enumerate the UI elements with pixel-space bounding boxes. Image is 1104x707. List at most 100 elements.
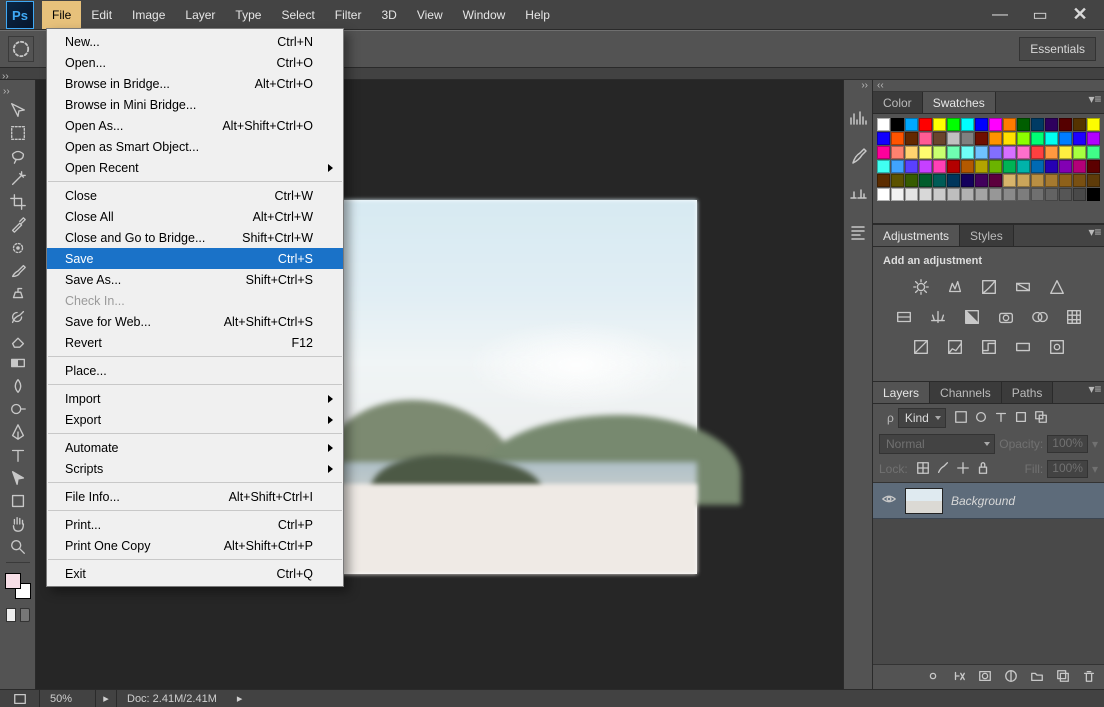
doc-size-label[interactable]: Doc: 2.41M/2.41M [117,690,227,707]
swatch[interactable] [1031,132,1044,145]
document-window[interactable] [341,200,697,574]
menu-item-save[interactable]: SaveCtrl+S [47,248,343,269]
swatch[interactable] [905,160,918,173]
menu-item-place[interactable]: Place... [47,360,343,381]
swatch[interactable] [1087,174,1100,187]
menu-image[interactable]: Image [122,1,175,29]
swatch[interactable] [975,118,988,131]
menu-window[interactable]: Window [453,1,516,29]
hue-icon[interactable] [894,307,914,327]
swatch[interactable] [947,118,960,131]
swatch[interactable] [919,146,932,159]
status-icon[interactable] [0,690,40,707]
swatch[interactable] [989,188,1002,201]
curves-icon[interactable] [979,277,999,297]
toolbox-chevron[interactable]: ›› [0,84,35,98]
swatch[interactable] [961,160,974,173]
swatch[interactable] [1045,146,1058,159]
swatch[interactable] [1017,146,1030,159]
eyedropper-tool[interactable] [6,214,30,236]
swatch[interactable] [975,160,988,173]
swatch[interactable] [961,188,974,201]
minimize-button[interactable]: — [988,6,1012,24]
menu-type[interactable]: Type [225,1,271,29]
swatch[interactable] [891,160,904,173]
swatch[interactable] [1017,174,1030,187]
swatch[interactable] [1017,160,1030,173]
menu-item-new[interactable]: New...Ctrl+N [47,31,343,52]
opacity-value[interactable]: 100% [1047,435,1088,453]
delete-layer-icon[interactable] [1082,669,1096,686]
dock-chevron[interactable]: ›› [844,80,872,94]
panel-collapse-chevron[interactable]: ‹‹ [873,80,1104,92]
swatch[interactable] [1087,160,1100,173]
swatch[interactable] [961,132,974,145]
invert-icon[interactable] [911,337,931,357]
swatch[interactable] [891,174,904,187]
paragraph-icon[interactable] [844,218,872,246]
filter-pixel-icon[interactable] [954,410,968,427]
swatch[interactable] [947,146,960,159]
exposure-icon[interactable] [1013,277,1033,297]
swatches-tab[interactable]: Swatches [923,92,996,113]
shape-tool[interactable] [6,490,30,512]
blur-tool[interactable] [6,375,30,397]
swatch[interactable] [1045,132,1058,145]
lasso-tool[interactable] [6,145,30,167]
swatch[interactable] [933,188,946,201]
swatch[interactable] [1031,146,1044,159]
swatch[interactable] [919,118,932,131]
swatch[interactable] [933,160,946,173]
swatch[interactable] [877,118,890,131]
menu-item-open-as[interactable]: Open As...Alt+Shift+Ctrl+O [47,115,343,136]
menu-3d[interactable]: 3D [371,1,406,29]
paths-tab[interactable]: Paths [1002,382,1054,403]
adjustments-tab[interactable]: Adjustments [873,225,960,246]
swatch[interactable] [877,160,890,173]
menu-item-print[interactable]: Print...Ctrl+P [47,514,343,535]
menu-item-browse-in-bridge[interactable]: Browse in Bridge...Alt+Ctrl+O [47,73,343,94]
history-brush-tool[interactable] [6,306,30,328]
workspace-essentials-button[interactable]: Essentials [1019,37,1096,61]
layer-mask-icon[interactable] [978,669,992,686]
swatch[interactable] [975,174,988,187]
menu-item-print-one-copy[interactable]: Print One CopyAlt+Shift+Ctrl+P [47,535,343,556]
filter-adjust-icon[interactable] [974,410,988,427]
swatch[interactable] [1073,118,1086,131]
swatch[interactable] [1045,118,1058,131]
swatch[interactable] [1059,188,1072,201]
move-tool[interactable] [6,99,30,121]
maximize-button[interactable]: ▭ [1028,6,1052,24]
swatch[interactable] [1059,132,1072,145]
pen-tool[interactable] [6,421,30,443]
swatch[interactable] [975,146,988,159]
menu-select[interactable]: Select [271,1,324,29]
levels-adj-icon[interactable] [945,277,965,297]
status-expand-icon[interactable]: ▸ [96,690,117,707]
menu-item-open[interactable]: Open...Ctrl+O [47,52,343,73]
swatch[interactable] [961,174,974,187]
swatch[interactable] [1073,174,1086,187]
menu-item-revert[interactable]: RevertF12 [47,332,343,353]
filter-shape-icon[interactable] [1014,410,1028,427]
swatch[interactable] [933,146,946,159]
menu-file[interactable]: File [42,1,81,29]
magic-wand-tool[interactable] [6,168,30,190]
fill-value[interactable]: 100% [1047,460,1088,478]
menu-item-close[interactable]: CloseCtrl+W [47,185,343,206]
swatch[interactable] [1059,174,1072,187]
menu-item-close-all[interactable]: Close AllAlt+Ctrl+W [47,206,343,227]
swatch[interactable] [919,174,932,187]
swatch[interactable] [1003,188,1016,201]
swatch[interactable] [1073,160,1086,173]
swatch[interactable] [905,174,918,187]
swatch[interactable] [1073,146,1086,159]
swatch[interactable] [975,188,988,201]
color-balance-icon[interactable] [928,307,948,327]
swatch[interactable] [1087,188,1100,201]
swatch[interactable] [1087,132,1100,145]
swatch[interactable] [1073,188,1086,201]
swatch[interactable] [1073,132,1086,145]
menu-item-close-and-go-to-bridge[interactable]: Close and Go to Bridge...Shift+Ctrl+W [47,227,343,248]
zoom-level[interactable]: 50% [40,690,96,707]
